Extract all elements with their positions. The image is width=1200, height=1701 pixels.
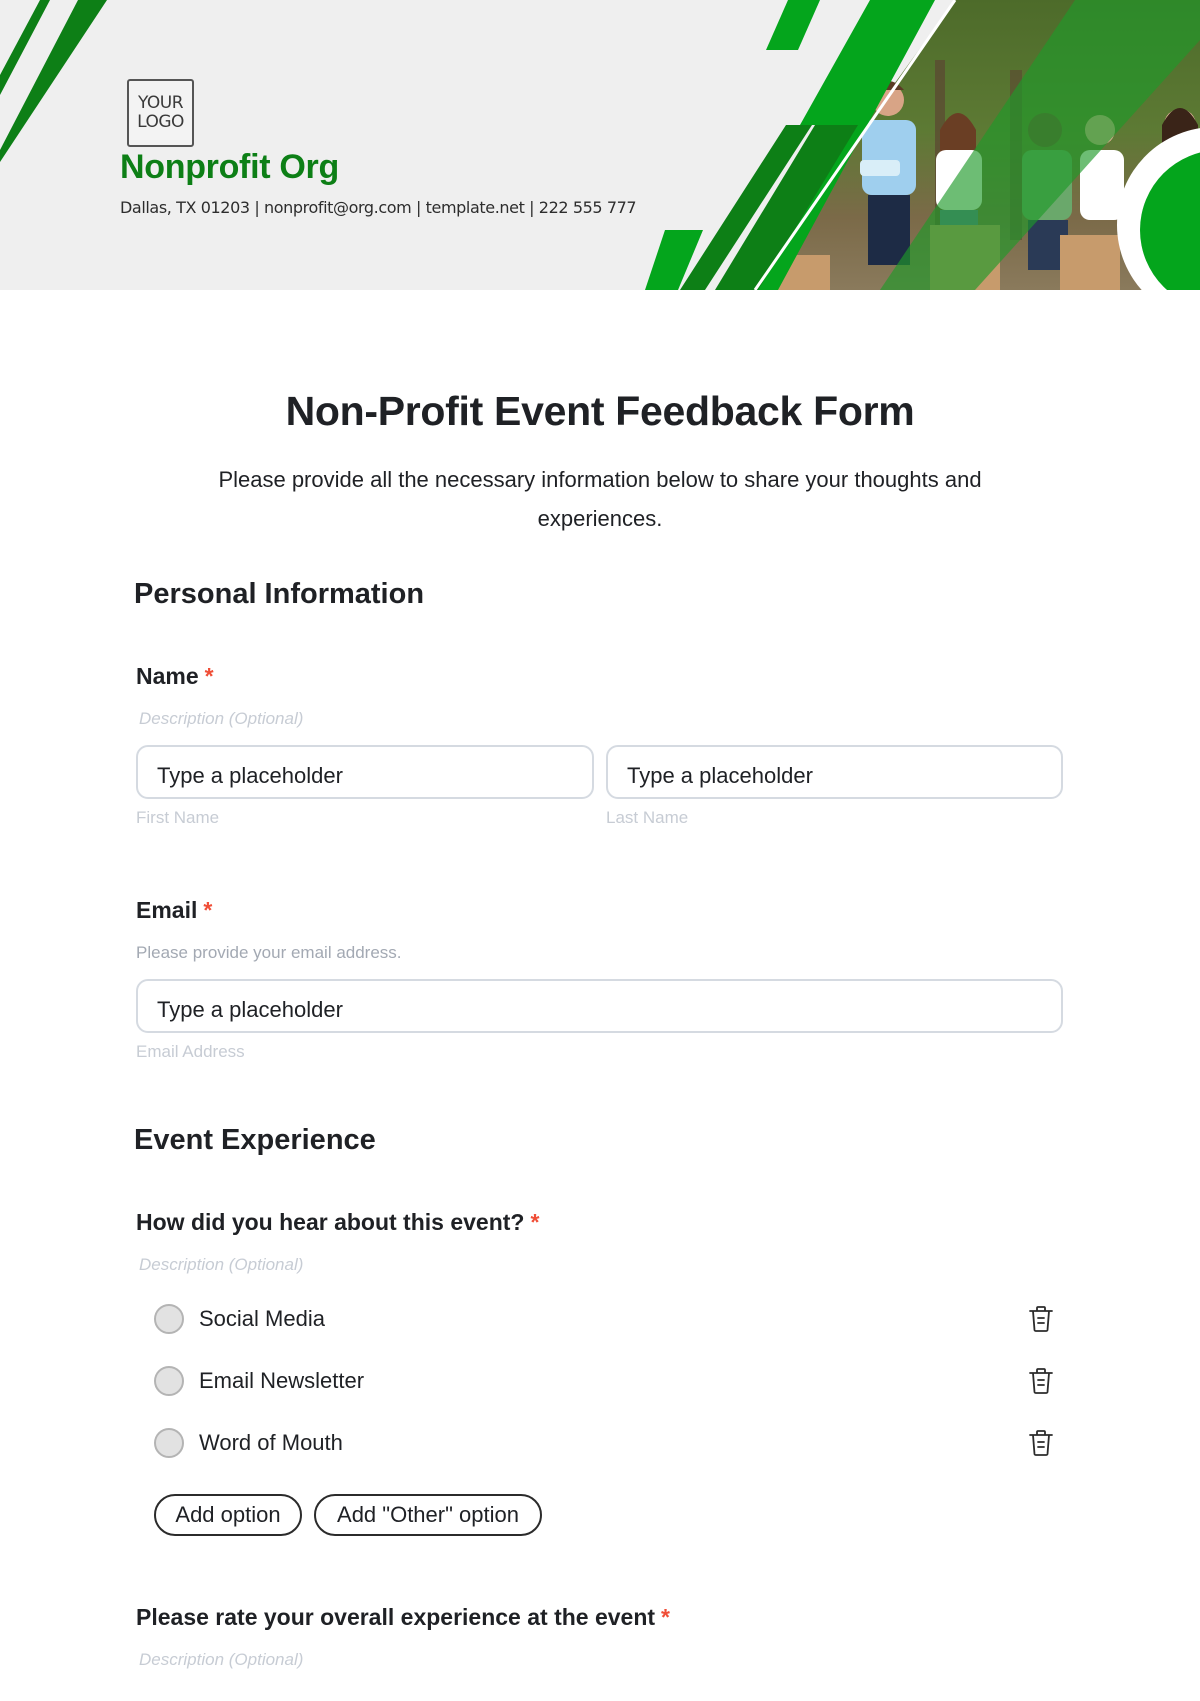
trash-icon[interactable] <box>1028 1305 1054 1333</box>
name-label-text: Name <box>136 663 199 689</box>
rating-label-text: Please rate your overall experience at t… <box>136 1604 656 1630</box>
header-banner: YOUR LOGO Nonprofit Org Dallas, TX 01203… <box>0 0 1200 290</box>
option-social-media[interactable]: Social Media <box>154 1304 325 1334</box>
rating-description[interactable]: Description (Optional) <box>139 1650 303 1670</box>
email-input[interactable]: Type a placeholder <box>136 979 1063 1033</box>
add-option-button[interactable]: Add option <box>154 1494 302 1536</box>
option-label: Social Media <box>199 1306 325 1331</box>
add-other-option-button[interactable]: Add "Other" option <box>314 1494 542 1536</box>
section-title-event-experience: Event Experience <box>134 1124 376 1156</box>
hear-about-label-text: How did you hear about this event? <box>136 1209 525 1235</box>
last-name-sublabel: Last Name <box>606 808 689 827</box>
option-word-of-mouth[interactable]: Word of Mouth <box>154 1428 343 1458</box>
first-name-sublabel: First Name <box>136 808 220 827</box>
trash-icon[interactable] <box>1028 1367 1054 1395</box>
last-name-placeholder: Type a placeholder <box>627 763 813 788</box>
last-name-input[interactable]: Type a placeholder <box>606 745 1063 799</box>
logo-text-line1: YOUR <box>137 93 184 113</box>
org-contact-info: Dallas, TX 01203 | nonprofit@org.com | t… <box>120 198 637 217</box>
option-label: Email Newsletter <box>199 1368 365 1393</box>
name-question-label: Name * <box>136 663 214 690</box>
email-sublabel: Email Address <box>136 1042 245 1061</box>
required-asterisk: * <box>530 1209 540 1235</box>
first-name-input[interactable]: Type a placeholder <box>136 745 594 799</box>
email-description: Please provide your email address. <box>136 943 402 962</box>
option-label: Word of Mouth <box>199 1430 343 1455</box>
logo-placeholder: YOUR LOGO <box>127 79 194 147</box>
required-asterisk: * <box>204 663 214 689</box>
hear-about-description[interactable]: Description (Optional) <box>139 1255 303 1275</box>
hear-about-question-label: How did you hear about this event? * <box>136 1209 539 1236</box>
radio-button[interactable] <box>154 1428 184 1458</box>
rating-question-label: Please rate your overall experience at t… <box>136 1604 670 1631</box>
trash-icon[interactable] <box>1028 1429 1054 1457</box>
radio-button[interactable] <box>154 1304 184 1334</box>
logo-text-line2: LOGO <box>137 112 184 132</box>
email-question-label: Email * <box>136 897 212 924</box>
form-description: Please provide all the necessary informa… <box>218 467 982 531</box>
email-label-text: Email <box>136 897 198 923</box>
form-title: Non-Profit Event Feedback Form <box>285 388 915 434</box>
first-name-placeholder: Type a placeholder <box>157 763 343 788</box>
org-name: Nonprofit Org <box>120 148 339 186</box>
option-email-newsletter[interactable]: Email Newsletter <box>154 1366 364 1396</box>
section-title-personal-information: Personal Information <box>134 578 425 610</box>
email-placeholder: Type a placeholder <box>157 997 343 1022</box>
name-description[interactable]: Description (Optional) <box>139 709 303 729</box>
required-asterisk: * <box>661 1604 670 1630</box>
required-asterisk: * <box>203 897 213 923</box>
radio-button[interactable] <box>154 1366 184 1396</box>
